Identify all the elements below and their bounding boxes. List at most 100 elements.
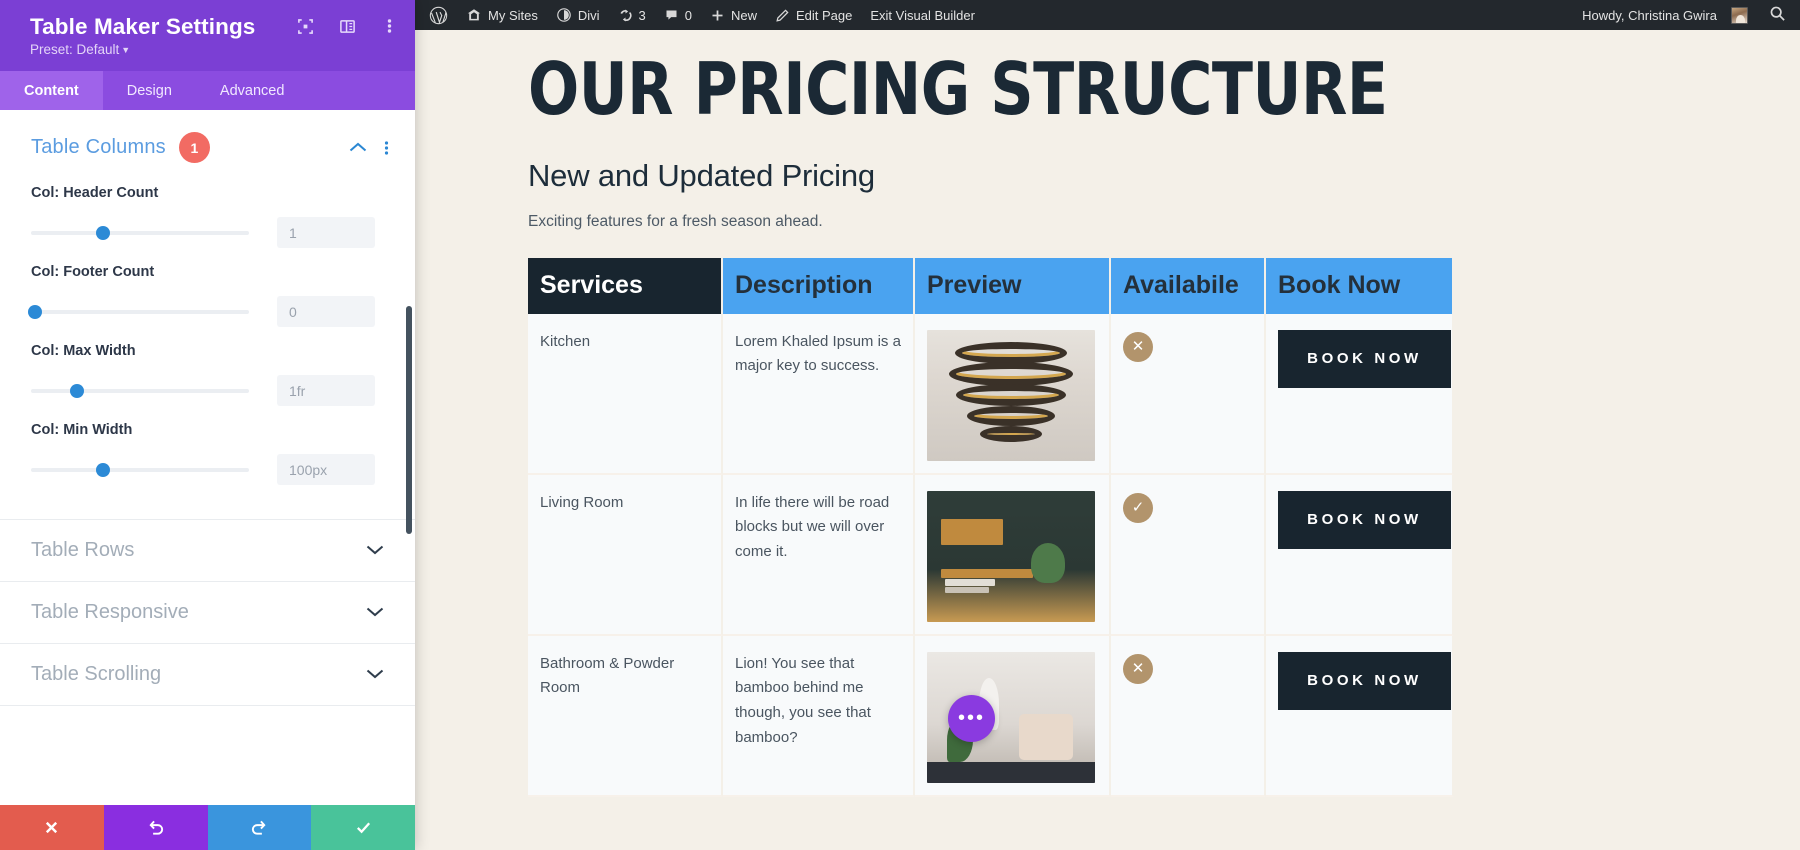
pencil-icon [775,8,790,23]
col-footer-count-value[interactable]: 0 [277,296,375,328]
table-row [915,313,1111,475]
avatar [1731,6,1748,24]
slider-knob[interactable] [69,383,84,398]
adminbar-account[interactable]: Howdy, Christina Gwira [1573,0,1757,30]
book-now-button[interactable]: BOOK NOW [1278,329,1451,389]
table-row: ✕ [1111,313,1266,475]
section-title: Table Columns [31,136,166,159]
page-title: OUR PRICING STRUCTURE [528,47,1388,131]
field-label: Col: Header Count [31,185,159,202]
col-max-width-slider[interactable] [31,383,249,398]
close-circle-icon: ✕ [1123,331,1153,362]
tab-content[interactable]: Content [0,71,103,111]
field-label: Col: Footer Count [31,264,155,281]
chevron-down-icon[interactable] [366,542,384,560]
table-row: Lion! You see that bamboo behind me thou… [723,635,915,797]
field-col-min-width: Col: Min Width 100px [0,422,415,486]
col-min-width-slider[interactable] [31,462,249,477]
table-columns-section-header[interactable]: Table Columns 1 [0,110,415,169]
check-circle-icon: ✓ [1123,492,1153,523]
col-header-count-slider[interactable] [31,225,249,240]
table-header-services: Services [528,257,723,314]
adminbar-comments[interactable]: 0 [655,0,701,30]
chevron-down-icon[interactable] [366,666,384,684]
col-max-width-value[interactable]: 1fr [277,375,375,407]
preset-selector[interactable]: Preset: Default ▼ [30,42,130,57]
table-row: Bathroom & Powder Room [528,635,723,797]
settings-scroll-area: Table Columns 1 Col: Header Count 1 Col:… [0,110,415,805]
col-header-count-value[interactable]: 1 [277,217,375,249]
table-row: Living Room [528,474,723,636]
section-table-scrolling[interactable]: Table Scrolling [0,644,415,707]
table-row: Lorem Khaled Ipsum is a major key to suc… [723,313,915,475]
adminbar-new[interactable]: New [701,0,766,30]
save-button[interactable] [311,805,415,850]
expand-icon[interactable] [295,16,315,36]
table-row: In life there will be road blocks but we… [723,474,915,636]
table-row: Kitchen [528,313,723,475]
field-label: Col: Min Width [31,422,133,439]
field-label: Col: Max Width [31,343,136,360]
section-table-responsive[interactable]: Table Responsive [0,582,415,645]
close-circle-icon: ✕ [1123,653,1153,684]
table-header-preview: Preview [915,257,1111,314]
howdy-label: Howdy, Christina Gwira [1582,7,1717,23]
adminbar-my-sites[interactable]: My Sites [457,0,547,30]
book-now-button[interactable]: BOOK NOW [1278,651,1451,711]
chevron-down-icon: ▼ [121,45,131,56]
layout-icon[interactable] [337,16,357,36]
cell-description: Lion! You see that bamboo behind me thou… [735,654,871,746]
section-label: Table Scrolling [31,663,162,686]
panel-scrollbar[interactable] [406,306,412,535]
adminbar-updates[interactable]: 3 [609,0,655,30]
table-row: ✕ [1111,635,1266,797]
module-settings-fab[interactable]: ••• [948,695,995,742]
cell-description: Lorem Khaled Ipsum is a major key to suc… [735,332,901,375]
cell-description: In life there will be road blocks but we… [735,493,890,561]
section-table-rows[interactable]: Table Rows [0,520,415,583]
updates-icon [618,8,633,23]
cell-service: Kitchen [540,332,591,350]
wp-admin-bar: My Sites Divi 3 0 New Edit Page Exit Vis… [415,0,1800,30]
status-badge: 1 [178,132,210,164]
comment-icon [664,8,679,23]
adminbar-divi[interactable]: Divi [547,0,609,30]
table-row: BOOK NOW [1266,635,1454,797]
divi-icon [556,7,572,23]
redo-button[interactable] [207,805,312,850]
table-row: BOOK NOW [1266,474,1454,636]
preset-label: Preset: Default [30,42,120,58]
col-footer-count-slider[interactable] [28,304,249,319]
book-now-button[interactable]: BOOK NOW [1278,490,1451,550]
page-description: Exciting features for a fresh season ahe… [528,212,823,230]
adminbar-label: New [730,7,757,23]
tab-advanced[interactable]: Advanced [196,71,309,110]
chevron-down-icon[interactable] [366,604,384,622]
undo-button[interactable] [103,805,208,850]
cancel-button[interactable] [0,805,104,850]
adminbar-right: Howdy, Christina Gwira [1573,0,1800,30]
cell-service: Living Room [540,493,624,511]
living-room-photo [927,490,1095,622]
table-header-book-now: Book Now [1266,257,1454,314]
adminbar-search-button[interactable] [1757,5,1800,25]
slider-knob[interactable] [95,462,110,477]
section-more-vertical-icon[interactable] [384,139,389,157]
cell-service: Bathroom & Powder Room [540,654,675,697]
slider-knob[interactable] [28,304,43,319]
adminbar-exit-visual-builder[interactable]: Exit Visual Builder [861,0,984,30]
sites-icon [466,7,482,23]
plus-icon [710,8,725,23]
slider-knob[interactable] [95,225,110,240]
table-row: ✓ [1111,474,1266,636]
adminbar-edit-page[interactable]: Edit Page [766,0,861,30]
undo-icon [149,820,164,835]
settings-footer-actions [0,805,415,850]
more-vertical-icon[interactable] [379,16,399,36]
chevron-up-icon[interactable] [349,142,367,153]
adminbar-label: Divi [577,7,600,23]
tab-design[interactable]: Design [103,71,196,110]
redo-icon [251,820,266,835]
adminbar-wordpress-logo[interactable] [415,0,457,30]
col-min-width-value[interactable]: 100px [277,454,375,486]
